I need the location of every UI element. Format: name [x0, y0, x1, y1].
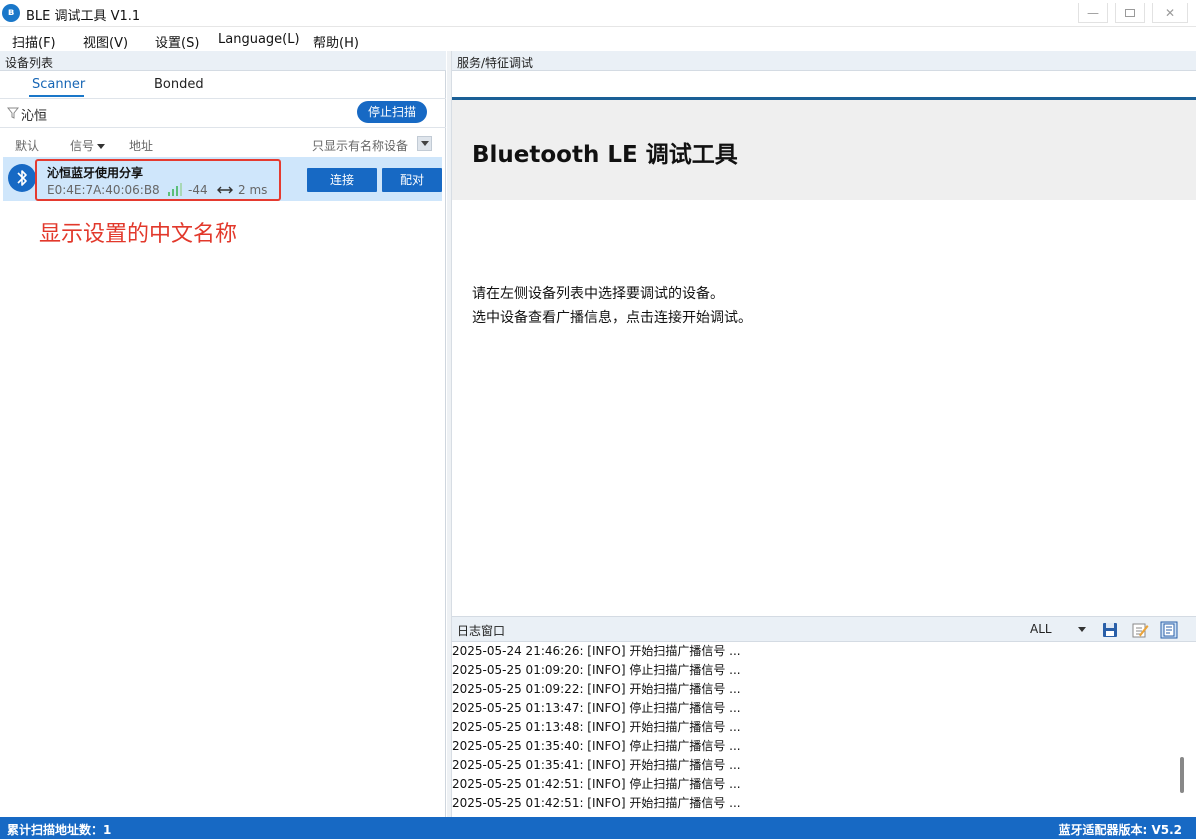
menu-settings[interactable]: 设置(S): [155, 32, 199, 51]
chevron-down-icon[interactable]: [1078, 627, 1086, 632]
maximize-icon: [1125, 8, 1135, 17]
title-bar: ʙ BLE 调试工具 V1.1 — ✕: [0, 0, 1196, 27]
close-icon: ✕: [1164, 5, 1176, 20]
device-list-header: 设备列表: [0, 51, 446, 71]
log-level-select[interactable]: ALL: [1030, 622, 1052, 636]
named-only-dropdown[interactable]: [417, 136, 432, 151]
save-icon[interactable]: [1100, 620, 1120, 640]
sort-default[interactable]: 默认: [15, 137, 39, 154]
log-list: 2025-05-24 21:46:26: [INFO] 开始扫描广播信号 ...…: [452, 642, 1172, 818]
adapter-version-status: 蓝牙适配器版本: V5.2: [1058, 823, 1182, 837]
connect-button[interactable]: 连接: [307, 168, 377, 192]
scan-count-status: 累计扫描地址数：1: [7, 823, 112, 837]
sort-signal-label: 信号: [70, 139, 95, 153]
annotation-text: 显示设置的中文名称: [39, 222, 238, 247]
window-title: BLE 调试工具 V1.1: [26, 9, 141, 24]
menu-language[interactable]: Language(L): [218, 32, 300, 47]
log-line: 2025-05-25 01:35:40: [INFO] 停止扫描广播信号 ...: [452, 739, 741, 753]
log-line: 2025-05-25 01:09:22: [INFO] 开始扫描广播信号 ...: [452, 682, 741, 696]
named-only-label: 只显示有名称设备: [312, 139, 409, 153]
log-line: 2025-05-25 01:35:41: [INFO] 开始扫描广播信号 ...: [452, 758, 741, 772]
status-bar: 累计扫描地址数：1 蓝牙适配器版本: V5.2: [0, 817, 1196, 839]
stop-scan-button[interactable]: 停止扫描: [357, 101, 427, 123]
log-line: 2025-05-25 01:13:47: [INFO] 停止扫描广播信号 ...: [452, 701, 741, 715]
log-title: 日志窗口: [457, 624, 506, 638]
tab-active-indicator: [29, 95, 84, 97]
bluetooth-app-icon: ʙ: [2, 4, 20, 22]
menu-view[interactable]: 视图(V): [83, 32, 128, 51]
welcome-banner: Bluetooth LE 调试工具: [452, 100, 1196, 200]
sort-address[interactable]: 地址: [129, 137, 153, 154]
hint-text-2: 选中设备查看广播信息，点击连接开始调试。: [472, 310, 752, 326]
log-line: 2025-05-24 21:46:26: [INFO] 开始扫描广播信号 ...: [452, 644, 741, 658]
minimize-button[interactable]: —: [1078, 3, 1108, 23]
log-header: 日志窗口 ALL: [452, 617, 1196, 642]
bluetooth-icon: [8, 164, 36, 192]
close-button[interactable]: ✕: [1152, 3, 1188, 23]
menu-bar: 扫描(F) 视图(V) 设置(S) Language(L) 帮助(H): [0, 28, 1196, 51]
banner-title: Bluetooth LE 调试工具: [472, 142, 738, 168]
service-debug-pane: 服务/特征调试 Bluetooth LE 调试工具 请在左侧设备列表中选择要调试…: [452, 51, 1196, 614]
log-line: 2025-05-25 01:42:51: [INFO] 开始扫描广播信号 ...: [452, 796, 741, 810]
filter-icon[interactable]: [7, 107, 19, 119]
log-scrollbar-thumb[interactable]: [1180, 757, 1184, 793]
menu-help[interactable]: 帮助(H): [313, 32, 359, 51]
sort-down-icon: [97, 144, 106, 149]
maximize-button[interactable]: [1115, 3, 1145, 23]
menu-scan[interactable]: 扫描(F): [12, 32, 56, 51]
clear-log-icon[interactable]: [1159, 620, 1179, 640]
edit-log-icon[interactable]: [1130, 620, 1150, 640]
tab-bonded[interactable]: Bonded: [154, 77, 204, 92]
chevron-down-icon: [420, 141, 429, 146]
pair-button[interactable]: 配对: [382, 168, 442, 192]
divider: [0, 127, 446, 128]
log-line: 2025-05-25 01:09:20: [INFO] 停止扫描广播信号 ...: [452, 663, 741, 677]
filter-input[interactable]: 沁恒: [21, 105, 47, 124]
tab-scanner[interactable]: Scanner: [32, 77, 85, 92]
highlight-box: [35, 159, 281, 201]
service-debug-header: 服务/特征调试: [452, 51, 1196, 71]
sort-signal[interactable]: 信号: [70, 137, 106, 154]
hint-text-1: 请在左侧设备列表中选择要调试的设备。: [472, 286, 724, 302]
divider: [0, 98, 446, 99]
minimize-icon: —: [1087, 5, 1099, 20]
log-line: 2025-05-25 01:13:48: [INFO] 开始扫描广播信号 ...: [452, 720, 741, 734]
log-line: 2025-05-25 01:42:51: [INFO] 停止扫描广播信号 ...: [452, 777, 741, 791]
log-pane: 日志窗口 ALL 2025-05-24 21:46:26: [INFO] 开始扫…: [452, 616, 1196, 817]
device-list-pane: 设备列表 Scanner Bonded 沁恒 停止扫描 默认 信号 地址 只显示…: [0, 51, 446, 817]
